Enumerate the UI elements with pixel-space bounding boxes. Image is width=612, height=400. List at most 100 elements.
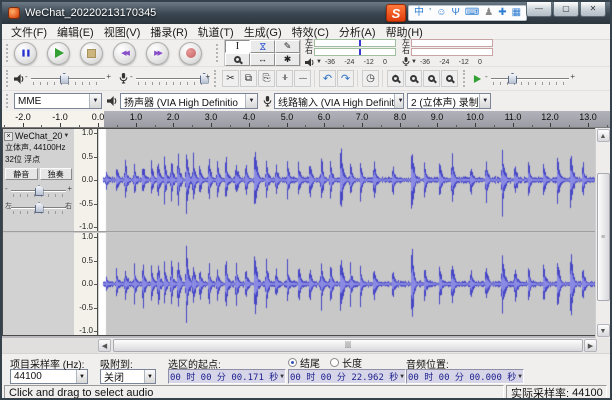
horizontal-scrollbar[interactable]: ◀ ⫿⫿⫿ ▶ <box>2 338 610 353</box>
menu-item-edit[interactable]: 编辑(E) <box>52 24 99 40</box>
ime-icon-strip[interactable]: 中 ’ ☺ Ψ ⌨ ♟ ✚ ▦ <box>408 5 527 21</box>
timeshift-tool-button[interactable]: ↔ <box>250 53 275 66</box>
menu-item-analyze[interactable]: 分析(A) <box>334 24 381 40</box>
scroll-right-arrow-icon[interactable]: ▶ <box>584 339 597 352</box>
scroll-down-arrow-icon[interactable]: ▼ <box>597 324 610 337</box>
scroll-left-arrow-icon[interactable]: ◀ <box>98 339 111 352</box>
solo-button[interactable]: 独奏 <box>40 168 73 180</box>
skip-to-end-button[interactable]: ▶▶ <box>146 42 169 65</box>
horizontal-scroll-thumb[interactable]: ⫿⫿⫿ <box>113 339 583 352</box>
minimize-button[interactable]: — <box>526 2 552 17</box>
track-close-button[interactable]: × <box>4 132 13 141</box>
end-radio[interactable]: 结尾 <box>288 355 320 370</box>
trim-audio-button[interactable]: -‖- <box>276 70 293 87</box>
gain-thumb[interactable] <box>35 185 44 196</box>
menu-item-generate[interactable]: 生成(G) <box>239 24 287 40</box>
dropdown-arrow-icon[interactable]: ▼ <box>411 59 417 65</box>
timeline-ruler[interactable]: -2.0-1.00.01.02.03.04.05.06.07.08.09.010… <box>2 111 610 128</box>
scroll-up-arrow-icon[interactable]: ▲ <box>597 129 610 142</box>
toolbar-gripper[interactable] <box>6 44 11 62</box>
playback-speed-thumb[interactable] <box>508 73 517 84</box>
track-name-menu[interactable]: WeChat_20 <box>15 131 62 141</box>
soft-keyboard-icon[interactable]: ⌨ <box>465 8 479 18</box>
toolbar-gripper[interactable] <box>214 70 219 86</box>
output-volume-slider[interactable]: - + <box>25 73 111 85</box>
menu-item-transport[interactable]: 播录(R) <box>145 24 192 40</box>
snap-to-select[interactable]: 关闭▼ <box>100 369 156 384</box>
voice-input-icon[interactable]: Ψ <box>451 8 459 18</box>
playback-speed-slider[interactable]: - + <box>485 73 575 85</box>
vertical-scrollbar[interactable]: ▲ ≡ ▼ <box>595 128 610 338</box>
play-at-speed-icon[interactable] <box>474 75 481 83</box>
play-button[interactable] <box>47 42 70 65</box>
draw-tool-button[interactable]: ✎ <box>275 40 300 53</box>
audio-host-select[interactable]: MME▼ <box>14 93 102 109</box>
input-volume-slider[interactable]: - + <box>130 73 210 85</box>
vertical-ruler-channel-2[interactable]: 1.00.50.0-0.5-1.0 <box>74 233 98 335</box>
fit-project-button[interactable] <box>441 70 458 87</box>
stop-button[interactable] <box>80 42 103 65</box>
sync-lock-button[interactable]: ◷ <box>362 70 379 87</box>
skin-icon[interactable]: ✚ <box>498 8 506 18</box>
toolbar-gripper[interactable] <box>6 70 11 86</box>
undo-button[interactable]: ↶ <box>319 70 336 87</box>
zoom-in-button[interactable]: + <box>387 70 404 87</box>
skip-to-start-button[interactable]: ◀◀ <box>113 42 136 65</box>
output-device-select[interactable]: 扬声器 (VIA High Definitio▼ <box>120 93 258 109</box>
input-channels-select[interactable]: 2 (立体声) 录制▼ <box>407 93 491 109</box>
toolbox-icon[interactable]: ▦ <box>512 8 521 18</box>
ime-language-bar[interactable]: S 中 ’ ☺ Ψ ⌨ ♟ ✚ ▦ <box>386 4 527 22</box>
selection-tool-button[interactable]: I <box>225 40 250 53</box>
track-menu-arrow-icon[interactable]: ▼ <box>63 133 69 139</box>
toolbar-gripper[interactable] <box>463 70 468 86</box>
zoom-tool-button[interactable] <box>225 53 250 66</box>
close-button[interactable]: ✕ <box>580 2 606 17</box>
gain-slider[interactable]: - + <box>5 185 72 197</box>
envelope-tool-button[interactable]: ⋈ <box>250 40 275 53</box>
audio-position-field[interactable]: 00 时 00 分 00.000 秒▼ <box>406 369 524 384</box>
chinese-mode-icon[interactable]: 中 <box>414 8 424 18</box>
vertical-scroll-thumb[interactable]: ≡ <box>597 173 610 301</box>
menu-item-tracks[interactable]: 轨道(T) <box>193 24 239 40</box>
sogou-logo-icon[interactable]: S <box>386 4 406 22</box>
dropdown-arrow-icon[interactable]: ▼ <box>316 59 322 65</box>
multi-tool-button[interactable]: ✱ <box>275 53 300 66</box>
pan-thumb[interactable] <box>35 202 44 213</box>
vertical-ruler-label: -1.0 <box>79 223 93 231</box>
input-device-select[interactable]: 线路输入 (VIA High Definit▼ <box>274 93 404 109</box>
fit-selection-button[interactable] <box>423 70 440 87</box>
user-account-icon[interactable]: ♟ <box>484 8 493 18</box>
project-rate-select[interactable]: 44100▼ <box>10 369 88 384</box>
recording-meter[interactable]: 左 右 ▼ -36-24-120 <box>402 39 493 68</box>
menu-item-view[interactable]: 视图(V) <box>99 24 146 40</box>
copy-button[interactable]: ⧉ <box>240 70 257 87</box>
project-rate-value: 44100 <box>14 371 42 382</box>
record-button[interactable] <box>179 42 202 65</box>
playback-meter[interactable]: 左 右 ▼ -36-24-120 <box>305 39 396 68</box>
paste-button[interactable]: ⎘ <box>258 70 275 87</box>
emoji-icon[interactable]: ☺ <box>436 8 446 18</box>
redo-button[interactable]: ↷ <box>337 70 354 87</box>
maximize-button[interactable]: ▢ <box>553 2 579 17</box>
selection-start-value: 00 时 00 分 00.171 秒 <box>170 370 278 383</box>
vertical-ruler-channel-1[interactable]: 1.00.50.0-0.5-1.0 <box>74 129 98 231</box>
menu-item-file[interactable]: 文件(F) <box>6 24 52 40</box>
length-radio[interactable]: 长度 <box>330 355 362 370</box>
zoom-out-button[interactable]: − <box>405 70 422 87</box>
output-volume-thumb[interactable] <box>60 73 69 84</box>
title-bar[interactable]: WeChat_20220213170345 S 中’☺Ψ⌨♟✚▦ — ▢ ✕ <box>2 2 610 24</box>
punctuation-mode-icon[interactable]: ’ <box>429 8 431 18</box>
waveform-channel-1[interactable] <box>99 129 598 231</box>
waveform-channel-2[interactable] <box>99 233 598 335</box>
mute-button[interactable]: 静音 <box>5 168 38 180</box>
playback-meter-scale: -36-24-120 <box>325 59 387 66</box>
cut-button[interactable]: ✂ <box>222 70 239 87</box>
selection-start-field[interactable]: 00 时 00 分 00.171 秒▼ <box>168 369 286 384</box>
selection-end-field[interactable]: 00 时 00 分 22.962 秒▼ <box>288 369 406 384</box>
pause-button[interactable]: ❚❚ <box>14 42 37 65</box>
toolbar-gripper[interactable] <box>6 94 11 108</box>
clock-icon: ◷ <box>366 73 375 84</box>
pan-slider[interactable]: 左 右 <box>5 202 72 214</box>
silence-audio-button[interactable]: –·– <box>294 70 311 87</box>
toolbar-gripper[interactable] <box>216 44 221 62</box>
